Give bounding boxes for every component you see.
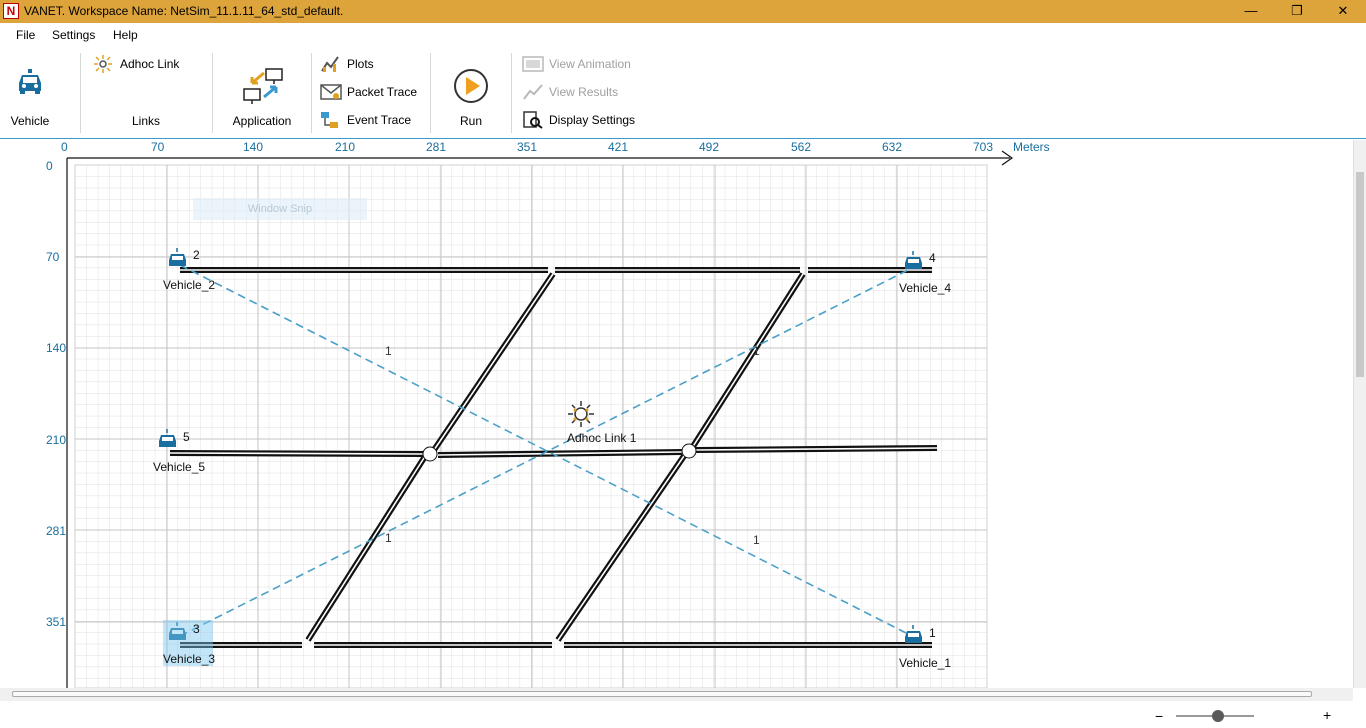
y-tick-label: 70: [46, 250, 60, 264]
vehicle-1-label: Vehicle_1: [899, 656, 952, 670]
play-icon: [454, 69, 488, 103]
x-tick-label: 0: [61, 140, 68, 154]
vertical-scroll-thumb[interactable]: [1356, 172, 1364, 377]
window-title: VANET. Workspace Name: NetSim_11.1.11_64…: [24, 4, 344, 18]
vehicle-4-id: 4: [929, 251, 936, 265]
application-icon: [243, 68, 283, 104]
y-tick-label: 210: [46, 433, 67, 447]
wireless-link-label: 1: [385, 531, 392, 545]
links-group-label: Links: [131, 114, 160, 128]
adhoc-link-icon: [94, 55, 112, 73]
x-tick-label: 210: [335, 140, 356, 154]
run-button[interactable]: Run: [432, 47, 510, 137]
zoom-out-button[interactable]: −: [1155, 708, 1163, 724]
adhoc-link-button[interactable]: Adhoc Link: [93, 53, 193, 75]
car-icon: [19, 69, 41, 94]
application-label: Application: [232, 114, 292, 128]
menu-file[interactable]: File: [16, 28, 35, 42]
x-tick-label: 70: [151, 140, 165, 154]
view-animation-label: View Animation: [549, 57, 631, 71]
zoom-in-button[interactable]: +: [1323, 707, 1331, 723]
results-chart-icon: [523, 84, 543, 100]
plots-label: Plots: [347, 57, 374, 71]
vehicle-4-label: Vehicle_4: [899, 281, 952, 295]
y-tick-label: 351: [46, 615, 67, 629]
x-tick-label: 421: [608, 140, 629, 154]
application-button[interactable]: Application: [214, 47, 310, 137]
view-results-button[interactable]: View Results: [522, 81, 632, 103]
ribbon-separator: [511, 53, 512, 133]
display-settings-label: Display Settings: [549, 113, 636, 127]
plots-button[interactable]: Plots: [320, 53, 420, 75]
view-results-label: View Results: [549, 85, 619, 99]
y-tick-label: 140: [46, 341, 67, 355]
menu-settings[interactable]: Settings: [52, 28, 95, 42]
event-trace-button[interactable]: Event Trace: [320, 109, 420, 131]
window-snip-overlay: Window Snip: [193, 198, 367, 220]
x-tick-label: 703: [973, 140, 994, 154]
adhoc-link-label: Adhoc Link: [120, 57, 180, 71]
packet-trace-icon: [320, 84, 342, 100]
wireless-link-label: 1: [385, 344, 392, 358]
canvas-drawing: [66, 150, 1014, 688]
vehicle-2-label: Vehicle_2: [163, 278, 216, 292]
x-tick-label: 140: [243, 140, 264, 154]
wireless-link-label: 1: [753, 344, 760, 358]
zoom-slider-thumb[interactable]: [1212, 710, 1224, 722]
display-settings-button[interactable]: Display Settings: [522, 109, 647, 131]
adhoc-link-node-label: Adhoc Link 1: [567, 431, 637, 445]
event-trace-label: Event Trace: [347, 113, 412, 127]
netsim-logo-icon: N: [3, 3, 19, 19]
vehicle-3-id: 3: [193, 622, 200, 636]
vehicle-5-id: 5: [183, 430, 190, 444]
close-button[interactable]: ✕: [1320, 0, 1366, 23]
wireless-link-label: 1: [753, 533, 760, 547]
vehicle-label: Vehicle: [10, 114, 50, 128]
run-label: Run: [459, 114, 482, 128]
x-tick-label: 281: [426, 140, 447, 154]
menu-bar: File Settings Help: [0, 23, 1366, 47]
x-tick-label: 492: [699, 140, 720, 154]
vehicle-3-label: Vehicle_3: [163, 652, 216, 666]
ribbon-separator: [311, 53, 312, 133]
restore-button[interactable]: ❐: [1274, 0, 1320, 23]
title-bar: N VANET. Workspace Name: NetSim_11.1.11_…: [0, 0, 1366, 23]
grid-area: [74, 164, 988, 688]
packet-trace-label: Packet Trace: [347, 85, 418, 99]
x-axis-unit: Meters: [1013, 140, 1050, 154]
x-tick-label: 632: [882, 140, 903, 154]
ribbon-toolbar: Vehicle Adhoc Link Links Application Plo…: [0, 47, 1366, 139]
x-tick-label: 562: [791, 140, 812, 154]
ribbon-separator: [212, 53, 213, 133]
minimize-button[interactable]: —: [1228, 0, 1274, 23]
vehicle-2-id: 2: [193, 248, 200, 262]
y-tick-label: 281: [46, 524, 67, 538]
ribbon-separator: [430, 53, 431, 133]
view-animation-button[interactable]: View Animation: [522, 53, 642, 75]
y-tick-label: 0: [46, 159, 53, 173]
vehicle-button[interactable]: Vehicle: [0, 47, 80, 137]
network-canvas[interactable]: Window Snip 0 70 140 210 281 351 421 492…: [0, 140, 1366, 728]
animation-icon: [522, 56, 544, 72]
status-bar: − +: [0, 704, 1366, 728]
vehicle-1-id: 1: [929, 626, 936, 640]
x-tick-label: 351: [517, 140, 538, 154]
horizontal-scroll-thumb[interactable]: [12, 691, 1312, 697]
menu-help[interactable]: Help: [113, 28, 138, 42]
plots-icon: [321, 56, 339, 72]
vertical-scrollbar[interactable]: [1353, 140, 1366, 688]
event-trace-icon: [321, 112, 338, 128]
vehicle-5-label: Vehicle_5: [153, 460, 206, 474]
display-settings-icon: [523, 111, 543, 129]
packet-trace-button[interactable]: Packet Trace: [320, 81, 425, 103]
horizontal-scrollbar[interactable]: [0, 688, 1353, 701]
